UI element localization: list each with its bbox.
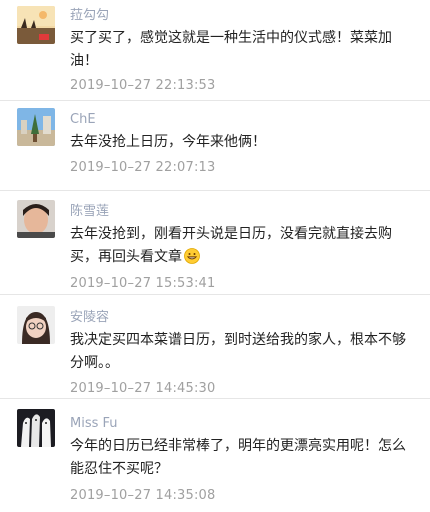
comment-item: 菈勾勾 买了买了，感觉这就是一种生活中的仪式感！菜菜加油！ 2019–10–27… <box>0 0 430 100</box>
comment-text: 去年没抢到，刚看开头说是日历，没看完就直接去购买，再回头看文章 <box>70 223 415 269</box>
comment-author[interactable]: 菈勾勾 <box>70 8 109 24</box>
comment-timestamp: 2019–10–27 22:07:13 <box>70 160 216 175</box>
avatar[interactable] <box>17 108 55 146</box>
rice-field-silhouette-avatar-icon <box>17 6 55 44</box>
comment-text: 今年的日历已经非常棒了，明年的更漂亮实用呢！怎么能忍住不买呢？ <box>70 438 406 477</box>
avatar[interactable] <box>17 306 55 344</box>
avatar[interactable] <box>17 200 55 238</box>
comment-text-body: 去年没抢到，刚看开头说是日历，没看完就直接去购买，再回头看文章 <box>70 226 392 265</box>
comment-author[interactable]: 安陵容 <box>70 310 109 326</box>
comment-item: ChE 去年没抢上日历，今年来他俩！ 2019–10–27 22:07:13 <box>0 101 430 190</box>
comment-list: 菈勾勾 买了买了，感觉这就是一种生活中的仪式感！菜菜加油！ 2019–10–27… <box>0 0 430 512</box>
girl-portrait-avatar-icon <box>17 306 55 344</box>
comment-author[interactable]: Miss Fu <box>70 416 118 432</box>
comment-text: 去年没抢上日历，今年来他俩！ <box>70 134 266 150</box>
comment-text: 我决定买四本菜谱日历，到时送给我的家人，根本不够分啊。。 <box>70 332 406 371</box>
white-horses-avatar-icon <box>17 409 55 447</box>
comment-text: 买了买了，感觉这就是一种生活中的仪式感！菜菜加油！ <box>70 30 392 69</box>
comment-author[interactable]: ChE <box>70 112 96 128</box>
comment-item: 陈雪莲 去年没抢到，刚看开头说是日历，没看完就直接去购买，再回头看文章 2019… <box>0 191 430 294</box>
avatar[interactable] <box>17 6 55 44</box>
avatar[interactable] <box>17 409 55 447</box>
comment-item: 安陵容 我决定买四本菜谱日历，到时送给我的家人，根本不够分啊。。 2019–10… <box>0 295 430 398</box>
grinning-emoji-icon <box>184 248 200 264</box>
comment-timestamp: 2019–10–27 15:53:41 <box>70 276 216 291</box>
comment-timestamp: 2019–10–27 14:45:30 <box>70 381 216 396</box>
person-portrait-avatar-icon <box>17 200 55 238</box>
comment-timestamp: 2019–10–27 22:13:53 <box>70 78 216 93</box>
comment-item: Miss Fu 今年的日历已经非常棒了，明年的更漂亮实用呢！怎么能忍住不买呢？ … <box>0 399 430 512</box>
comment-author[interactable]: 陈雪莲 <box>70 204 109 220</box>
comment-timestamp: 2019–10–27 14:35:08 <box>70 488 216 503</box>
blue-sky-street-avatar-icon <box>17 108 55 146</box>
